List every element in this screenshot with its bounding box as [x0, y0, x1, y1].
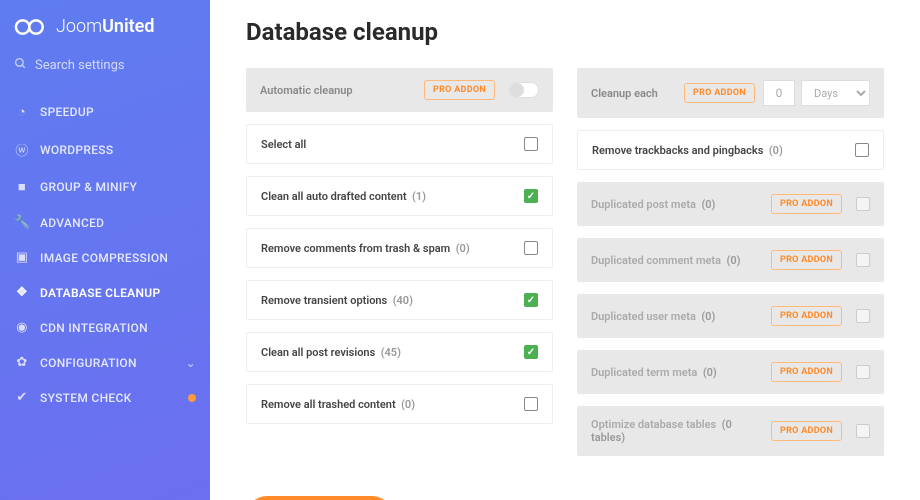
sidebar: JoomUnited ◔SPEEDUP ⓦWORDPRESS ■GROUP & …	[0, 0, 210, 500]
pro-addon-badge: PRO ADDON	[771, 306, 842, 326]
pro-item-label: Duplicated term meta (0)	[591, 366, 761, 379]
cleanup-item-row: Remove all trashed content (0)	[246, 384, 553, 424]
image-icon: ▣	[14, 250, 30, 265]
database-icon: ❖	[14, 285, 30, 300]
automatic-cleanup-toggle[interactable]	[509, 82, 539, 98]
select-all-row: Select all	[246, 124, 553, 164]
pro-addon-badge: PRO ADDON	[771, 250, 842, 270]
cleanup-each-row: Cleanup each PRO ADDON Days	[577, 68, 884, 118]
chevron-down-icon: ⌄	[186, 356, 196, 370]
brand-text-1: Joom	[56, 16, 102, 37]
folder-icon: ■	[14, 179, 30, 195]
wrench-icon: 🔧	[14, 215, 30, 230]
pro-item-row: Duplicated user meta (0) PRO ADDON	[577, 294, 884, 338]
cleanup-item-checkbox[interactable]: ✓	[524, 189, 538, 203]
search-icon	[14, 57, 27, 74]
cleanup-item-row: Clean all auto drafted content (1)✓	[246, 176, 553, 216]
pro-addon-badge: PRO ADDON	[771, 194, 842, 214]
pro-item-checkbox	[856, 424, 870, 438]
globe-icon: ◉	[14, 320, 30, 335]
pro-item-checkbox	[856, 309, 870, 323]
logo-icon	[14, 17, 48, 37]
nav-image-compression[interactable]: ▣IMAGE COMPRESSION	[0, 240, 210, 275]
cleanup-item-row: Clean all post revisions (45)✓	[246, 332, 553, 372]
remove-trackbacks-row: Remove trackbacks and pingbacks (0)	[577, 130, 884, 170]
alert-dot-icon	[188, 394, 196, 402]
pro-item-label: Duplicated post meta (0)	[591, 198, 761, 211]
cleanup-item-row: Remove comments from trash & spam (0)	[246, 228, 553, 268]
search-input-wrap[interactable]	[14, 57, 196, 74]
nav-list: ◔SPEEDUP ⓦWORDPRESS ■GROUP & MINIFY 🔧ADV…	[0, 94, 210, 415]
brand-text-2: United	[102, 16, 154, 37]
pro-item-label: Duplicated comment meta (0)	[591, 254, 761, 267]
automatic-cleanup-label: Automatic cleanup	[260, 84, 414, 97]
nav-speedup[interactable]: ◔SPEEDUP	[0, 94, 210, 130]
pro-addon-badge: PRO ADDON	[684, 83, 755, 103]
cleanup-interval-input[interactable]	[763, 80, 795, 106]
gauge-icon: ◔	[14, 104, 30, 120]
pro-item-label: Optimize database tables (0 tables)	[591, 418, 761, 444]
cleanup-item-row: Remove transient options (40)✓	[246, 280, 553, 320]
automatic-cleanup-row: Automatic cleanup PRO ADDON	[246, 68, 553, 112]
nav-database-cleanup[interactable]: ❖DATABASE CLEANUP	[0, 275, 210, 310]
cleanup-item-label: Clean all auto drafted content (1)	[261, 190, 524, 203]
cleanup-item-checkbox[interactable]	[524, 241, 538, 255]
nav-configuration[interactable]: ✿CONFIGURATION⌄	[0, 345, 210, 380]
shield-icon: ✔	[14, 390, 30, 405]
pro-item-checkbox	[856, 253, 870, 267]
left-column: Automatic cleanup PRO ADDON Select all C…	[246, 68, 553, 468]
nav-wordpress[interactable]: ⓦWORDPRESS	[0, 130, 210, 169]
cleanup-item-checkbox[interactable]: ✓	[524, 293, 538, 307]
select-all-checkbox[interactable]	[524, 137, 538, 151]
search-input[interactable]	[35, 58, 196, 73]
pro-item-label: Duplicated user meta (0)	[591, 310, 761, 323]
cleanup-item-label: Remove transient options (40)	[261, 294, 524, 307]
remove-trackbacks-label: Remove trackbacks and pingbacks (0)	[592, 144, 855, 157]
remove-trackbacks-checkbox[interactable]	[855, 143, 869, 157]
gear-icon: ✿	[14, 355, 30, 370]
pro-addon-badge: PRO ADDON	[771, 421, 842, 441]
brand-logo: JoomUnited	[0, 0, 210, 57]
pro-item-row: Duplicated post meta (0) PRO ADDON	[577, 182, 884, 226]
right-column: Cleanup each PRO ADDON Days Remove track…	[577, 68, 884, 468]
wordpress-icon: ⓦ	[14, 140, 30, 159]
pro-addon-badge: PRO ADDON	[771, 362, 842, 382]
cleanup-item-label: Clean all post revisions (45)	[261, 346, 524, 359]
main-content: Database cleanup Automatic cleanup PRO A…	[210, 0, 920, 500]
cleanup-item-checkbox[interactable]	[524, 397, 538, 411]
select-all-label: Select all	[261, 138, 524, 151]
cleanup-item-label: Remove all trashed content (0)	[261, 398, 524, 411]
pro-item-checkbox	[856, 365, 870, 379]
nav-system-check[interactable]: ✔SYSTEM CHECK	[0, 380, 210, 415]
pro-item-row: Optimize database tables (0 tables) PRO A…	[577, 406, 884, 456]
pro-item-row: Duplicated term meta (0) PRO ADDON	[577, 350, 884, 394]
cleanup-each-label: Cleanup each	[591, 87, 674, 100]
cleanup-unit-select[interactable]: Days	[801, 80, 870, 106]
nav-advanced[interactable]: 🔧ADVANCED	[0, 205, 210, 240]
cleanup-item-label: Remove comments from trash & spam (0)	[261, 242, 524, 255]
clean-save-button[interactable]: CLEAN & SAVE	[246, 496, 393, 500]
cleanup-item-checkbox[interactable]: ✓	[524, 345, 538, 359]
pro-addon-badge: PRO ADDON	[424, 80, 495, 100]
nav-group-minify[interactable]: ■GROUP & MINIFY	[0, 169, 210, 205]
page-title: Database cleanup	[246, 18, 884, 46]
nav-cdn-integration[interactable]: ◉CDN INTEGRATION	[0, 310, 210, 345]
pro-item-checkbox	[856, 197, 870, 211]
pro-item-row: Duplicated comment meta (0) PRO ADDON	[577, 238, 884, 282]
